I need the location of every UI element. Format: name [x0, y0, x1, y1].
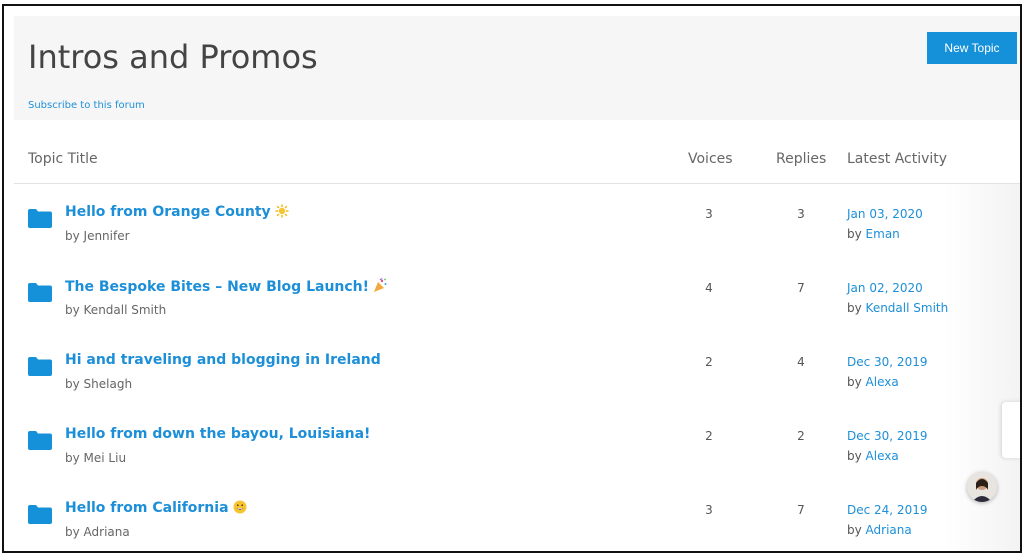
topic-title-link[interactable]: Hi and traveling and blogging in Ireland	[65, 352, 381, 368]
browser-frame: Intros and Promos Subscribe to this foru…	[2, 4, 1022, 553]
latest-activity-user-link[interactable]: Adriana	[866, 523, 912, 537]
voices-count: 3	[705, 207, 713, 221]
party-popper-icon	[373, 278, 388, 297]
latest-activity-date-link[interactable]: Dec 24, 2019	[847, 503, 927, 517]
replies-count: 4	[797, 355, 805, 369]
grinning-face-icon	[233, 500, 247, 518]
latest-activity-user-link[interactable]: Alexa	[866, 449, 899, 463]
voices-count: 2	[705, 355, 713, 369]
topic-author: by Shelagh	[65, 377, 133, 391]
latest-activity-user: by Eman	[847, 227, 900, 241]
by-label: by	[847, 449, 862, 463]
topic-author: by Adriana	[65, 525, 130, 539]
latest-activity-user: by Kendall Smith	[847, 301, 948, 315]
latest-activity-user-link[interactable]: Eman	[866, 227, 900, 241]
side-feedback-tab[interactable]	[1002, 402, 1020, 458]
new-topic-button[interactable]: New Topic	[927, 32, 1017, 64]
topic-title-text[interactable]: Hello from California	[65, 500, 229, 516]
latest-activity-date-link[interactable]: Jan 03, 2020	[847, 207, 923, 221]
by-label: by	[847, 301, 862, 315]
latest-activity-user: by Alexa	[847, 375, 899, 389]
replies-count: 7	[797, 281, 805, 295]
voices-count: 4	[705, 281, 713, 295]
topic-title-link[interactable]: The Bespoke Bites – New Blog Launch!	[65, 278, 388, 297]
topic-title-text[interactable]: The Bespoke Bites – New Blog Launch!	[65, 279, 369, 295]
latest-activity-user-link[interactable]: Kendall Smith	[866, 301, 949, 315]
topic-title-link[interactable]: Hello from California	[65, 500, 247, 518]
latest-activity-user-link[interactable]: Alexa	[866, 375, 899, 389]
sun-icon	[275, 204, 289, 222]
topic-title-text[interactable]: Hello from Orange County	[65, 204, 271, 220]
header-divider	[14, 183, 1020, 184]
topic-author: by Mei Liu	[65, 451, 127, 465]
by-label: by	[847, 523, 862, 537]
latest-activity-date-link[interactable]: Jan 02, 2020	[847, 281, 923, 295]
chat-avatar[interactable]	[967, 472, 997, 502]
column-header-latest-activity: Latest Activity	[847, 151, 948, 167]
latest-activity-user: by Alexa	[847, 449, 899, 463]
subscribe-link[interactable]: Subscribe to this forum	[28, 100, 145, 111]
replies-count: 2	[797, 429, 805, 443]
topic-author: by Jennifer	[65, 229, 130, 243]
topic-row: Hello from down the bayou, Louisiana! by…	[14, 416, 1020, 490]
replies-count: 7	[797, 503, 805, 517]
folder-icon	[28, 504, 52, 524]
by-label: by	[847, 227, 862, 241]
topic-title-link[interactable]: Hello from down the bayou, Louisiana!	[65, 426, 370, 442]
folder-icon	[28, 208, 52, 228]
topic-row: Hi and traveling and blogging in Ireland…	[14, 342, 1020, 416]
topic-row: Hello from Orange County by Jennifer 3 3…	[14, 194, 1020, 268]
folder-icon	[28, 430, 52, 450]
replies-count: 3	[797, 207, 805, 221]
latest-activity-date-link[interactable]: Dec 30, 2019	[847, 355, 927, 369]
column-header-replies: Replies	[776, 151, 827, 167]
topic-row: Hello from California by Adriana 3 7 Dec…	[14, 490, 1020, 551]
topic-author: by Kendall Smith	[65, 303, 167, 317]
topic-title-text[interactable]: Hi and traveling and blogging in Ireland	[65, 352, 381, 368]
folder-icon	[28, 356, 52, 376]
column-header-voices: Voices	[688, 151, 733, 167]
topic-title-text[interactable]: Hello from down the bayou, Louisiana!	[65, 426, 370, 442]
voices-count: 2	[705, 429, 713, 443]
latest-activity-date-link[interactable]: Dec 30, 2019	[847, 429, 927, 443]
topic-title-link[interactable]: Hello from Orange County	[65, 204, 289, 222]
voices-count: 3	[705, 503, 713, 517]
latest-activity-user: by Adriana	[847, 523, 912, 537]
column-header-topic: Topic Title	[28, 151, 98, 167]
topic-row: The Bespoke Bites – New Blog Launch! by …	[14, 268, 1020, 342]
folder-icon	[28, 282, 52, 302]
by-label: by	[847, 375, 862, 389]
forum-header: Intros and Promos Subscribe to this foru…	[14, 16, 1020, 120]
forum-title: Intros and Promos	[28, 38, 318, 76]
